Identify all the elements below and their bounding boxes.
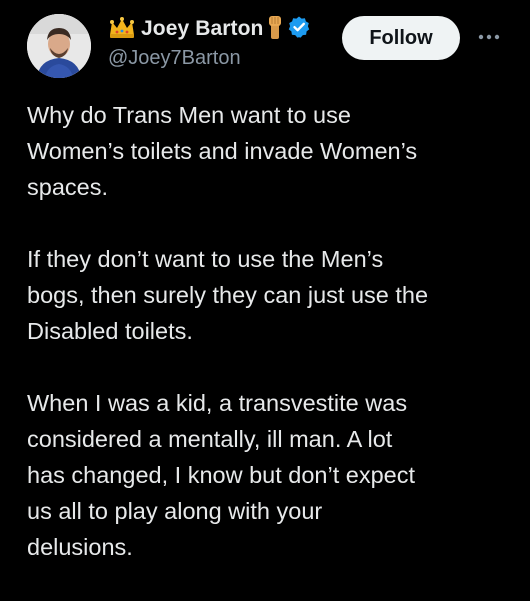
more-icon[interactable] (474, 22, 504, 52)
crown-icon (108, 15, 136, 44)
tweet-paragraph: If they don’t want to use the Men’s bogs… (27, 246, 429, 344)
author-name-row[interactable]: Joey Barton (108, 14, 311, 44)
follow-button[interactable]: Follow (342, 16, 460, 60)
avatar[interactable] (27, 14, 91, 78)
author-handle[interactable]: @Joey7Barton (108, 47, 241, 70)
display-name[interactable]: Joey Barton (141, 17, 263, 41)
tweet: Joey Barton @Joey7Barton Follow Why do T… (0, 0, 530, 600)
raised-fist-icon (268, 14, 282, 45)
tweet-paragraph: When I was a kid, a transvestite was con… (27, 390, 416, 560)
verified-badge-icon (287, 15, 311, 44)
tweet-text: Why do Trans Men want to use Women’s toi… (27, 97, 507, 601)
tweet-paragraph: Why do Trans Men want to use Women’s toi… (27, 102, 418, 200)
